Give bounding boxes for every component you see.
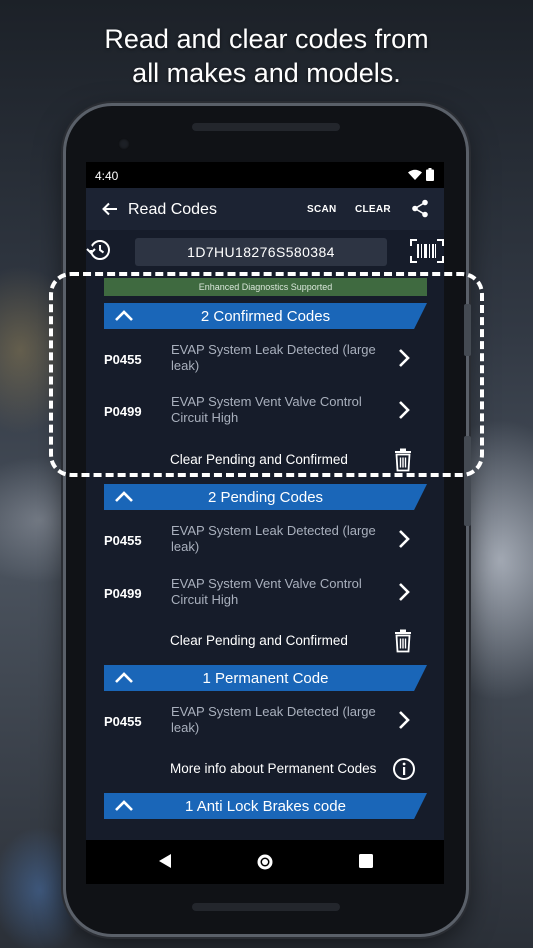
top-speaker bbox=[192, 123, 340, 131]
section-header-permanent[interactable]: 1 Permanent Code bbox=[104, 665, 427, 691]
front-camera bbox=[118, 138, 130, 150]
status-time: 4:40 bbox=[95, 169, 119, 183]
desc-line: EVAP System Vent Valve Control bbox=[171, 394, 362, 409]
dtc-description: EVAP System Leak Detected (large leak) bbox=[171, 704, 381, 736]
clear-pending-confirmed-label: Clear Pending and Confirmed bbox=[170, 633, 348, 648]
arrow-left-icon[interactable] bbox=[102, 201, 118, 217]
code-row[interactable]: P0499 EVAP System Vent Valve Control Cir… bbox=[86, 394, 444, 442]
dtc-description: EVAP System Vent Valve Control Circuit H… bbox=[171, 394, 381, 426]
page-title: Read Codes bbox=[128, 201, 217, 218]
battery-icon bbox=[426, 168, 434, 181]
desc-line: EVAP System Leak Detected (large bbox=[171, 523, 376, 538]
info-icon[interactable] bbox=[392, 757, 416, 781]
back-triangle-icon[interactable] bbox=[158, 853, 172, 869]
phone-frame: 4:40 Read Codes SCAN CLEAR 1D7HU18276S58… bbox=[66, 106, 471, 934]
code-row[interactable]: P0455 EVAP System Leak Detected (large l… bbox=[86, 342, 444, 390]
app-bar: Read Codes SCAN CLEAR bbox=[86, 188, 444, 230]
section-header-abs[interactable]: 1 Anti Lock Brakes code bbox=[104, 793, 427, 819]
status-bar: 4:40 bbox=[86, 162, 444, 188]
trash-icon[interactable] bbox=[392, 448, 414, 472]
desc-line: leak) bbox=[171, 539, 200, 554]
dtc-code: P0499 bbox=[104, 586, 142, 601]
desc-line: EVAP System Leak Detected (large bbox=[171, 342, 376, 357]
section-title: 1 Permanent Code bbox=[202, 670, 329, 687]
headline-line-1: Read and clear codes from bbox=[104, 24, 429, 54]
chevron-right-icon[interactable] bbox=[394, 708, 414, 732]
scan-button[interactable]: SCAN bbox=[307, 204, 337, 215]
clear-pending-confirmed-row[interactable]: Clear Pending and Confirmed bbox=[86, 627, 444, 657]
dtc-code: P0455 bbox=[104, 714, 142, 729]
headline-line-2: all makes and models. bbox=[132, 58, 401, 88]
promo-headline: Read and clear codes from all makes and … bbox=[0, 22, 533, 90]
desc-line: Circuit High bbox=[171, 410, 239, 425]
dtc-code: P0455 bbox=[104, 352, 142, 367]
desc-line: leak) bbox=[171, 358, 200, 373]
recents-square-icon[interactable] bbox=[358, 853, 374, 869]
dtc-code: P0499 bbox=[104, 404, 142, 419]
permanent-codes-info-label: More info about Permanent Codes bbox=[170, 761, 377, 776]
desc-line: Circuit High bbox=[171, 592, 239, 607]
chevron-right-icon[interactable] bbox=[394, 580, 414, 604]
dtc-code: P0455 bbox=[104, 533, 142, 548]
status-icons bbox=[408, 168, 434, 181]
chevron-right-icon[interactable] bbox=[394, 527, 414, 551]
barcode-scan-icon[interactable] bbox=[410, 239, 444, 263]
power-button bbox=[464, 304, 471, 356]
trash-icon[interactable] bbox=[392, 629, 414, 653]
chevron-right-icon[interactable] bbox=[394, 398, 414, 422]
code-row[interactable]: P0499 EVAP System Vent Valve Control Cir… bbox=[86, 576, 444, 624]
wifi-icon bbox=[408, 169, 422, 180]
vin-field[interactable]: 1D7HU18276S580384 bbox=[135, 238, 387, 266]
dtc-description: EVAP System Vent Valve Control Circuit H… bbox=[171, 576, 381, 608]
volume-button bbox=[464, 436, 471, 526]
dtc-description: EVAP System Leak Detected (large leak) bbox=[171, 342, 381, 374]
share-icon[interactable] bbox=[411, 199, 429, 218]
clear-button[interactable]: CLEAR bbox=[355, 204, 391, 215]
system-nav-bar bbox=[86, 840, 444, 884]
section-title: 2 Pending Codes bbox=[207, 489, 324, 506]
phone-screen: 4:40 Read Codes SCAN CLEAR 1D7HU18276S58… bbox=[86, 162, 444, 840]
history-icon[interactable] bbox=[86, 238, 112, 262]
permanent-codes-info-row[interactable]: More info about Permanent Codes bbox=[86, 755, 444, 785]
desc-line: EVAP System Leak Detected (large bbox=[171, 704, 376, 719]
dtc-description: EVAP System Leak Detected (large leak) bbox=[171, 523, 381, 555]
section-title: 2 Confirmed Codes bbox=[200, 308, 331, 325]
home-circle-icon[interactable] bbox=[256, 853, 274, 871]
bottom-speaker bbox=[192, 903, 340, 911]
vin-row: 1D7HU18276S580384 bbox=[86, 230, 444, 272]
clear-pending-confirmed-row[interactable]: Clear Pending and Confirmed bbox=[86, 446, 444, 476]
enhanced-diagnostics-banner: Enhanced Diagnostics Supported bbox=[104, 278, 427, 296]
desc-line: EVAP System Vent Valve Control bbox=[171, 576, 362, 591]
section-header-confirmed[interactable]: 2 Confirmed Codes bbox=[104, 303, 427, 329]
section-title: 1 Anti Lock Brakes code bbox=[185, 798, 346, 815]
section-header-pending[interactable]: 2 Pending Codes bbox=[104, 484, 427, 510]
code-row[interactable]: P0455 EVAP System Leak Detected (large l… bbox=[86, 704, 444, 752]
chevron-right-icon[interactable] bbox=[394, 346, 414, 370]
clear-pending-confirmed-label: Clear Pending and Confirmed bbox=[170, 452, 348, 467]
desc-line: leak) bbox=[171, 720, 200, 735]
code-row[interactable]: P0455 EVAP System Leak Detected (large l… bbox=[86, 523, 444, 571]
